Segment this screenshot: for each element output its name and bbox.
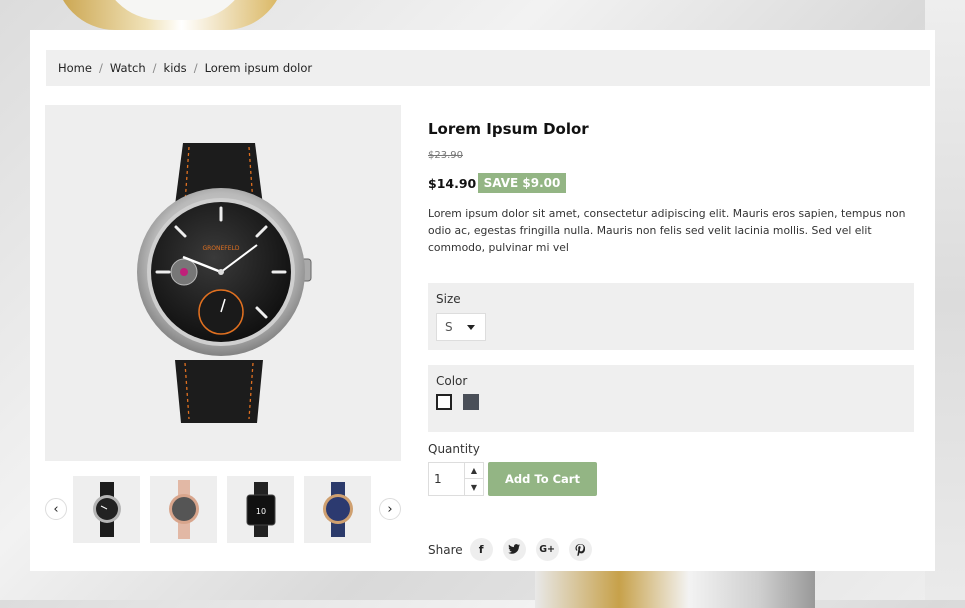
breadcrumb-separator: / [193,61,198,75]
size-select[interactable]: S [436,313,486,341]
carousel-next-button[interactable]: › [379,498,401,520]
google-plus-icon[interactable]: G+ [535,538,559,561]
quantity-label: Quantity [428,442,480,456]
carousel-prev-button[interactable]: ‹ [45,498,67,520]
quantity-input[interactable] [429,463,465,495]
color-option-panel: Color [428,365,914,432]
breadcrumb-separator: / [152,61,157,75]
product-main-image[interactable]: GRONEFELD [45,105,401,461]
twitter-icon[interactable] [502,538,526,561]
watch-brand-text: GRONEFELD [202,245,239,252]
thumbnail-carousel: ‹ 10 › [45,476,401,543]
breadcrumb-watch[interactable]: Watch [110,61,146,75]
old-price: $23.90 [428,150,463,161]
current-price: $14.90 [428,176,477,191]
size-option-panel: Size S [428,283,914,350]
size-label: Size [436,292,461,306]
thumbnail-rose-gold-watch[interactable] [150,476,217,543]
breadcrumb-current: Lorem ipsum dolor [204,61,313,75]
product-description: Lorem ipsum dolor sit amet, consectetur … [428,207,906,254]
thumbnail-smartwatch[interactable]: 10 [227,476,294,543]
quantity-increase-button[interactable]: ▲ [464,463,483,479]
color-label: Color [436,374,468,388]
quantity-stepper: ▲ ▼ [428,462,484,496]
breadcrumb: Home / Watch / kids / Lorem ipsum dolor [46,50,930,86]
background-watch-bottom [535,568,815,608]
pinterest-icon[interactable] [568,538,592,561]
color-swatch-white[interactable] [436,394,452,410]
quantity-decrease-button[interactable]: ▼ [464,479,483,495]
size-selected-value: S [445,320,453,334]
thumbnail-black-watch[interactable] [73,476,140,543]
chevron-down-icon [467,325,475,330]
smartwatch-time-text: 10 [256,507,266,516]
share-bar: Share f G+ [428,538,602,561]
color-swatch-slate[interactable] [463,394,479,410]
breadcrumb-kids[interactable]: kids [164,61,187,75]
breadcrumb-home[interactable]: Home [58,61,92,75]
add-to-cart-button[interactable]: Add To Cart [488,462,597,496]
share-label: Share [428,542,463,557]
save-badge: SAVE $9.00 [478,173,566,193]
thumbnail-blue-watch[interactable] [304,476,371,543]
breadcrumb-separator: / [98,61,103,75]
product-title: Lorem Ipsum Dolor [428,120,589,138]
facebook-icon[interactable]: f [469,538,493,561]
background-watch-top [55,0,285,30]
product-card: Home / Watch / kids / Lorem ipsum dolor [30,30,935,571]
